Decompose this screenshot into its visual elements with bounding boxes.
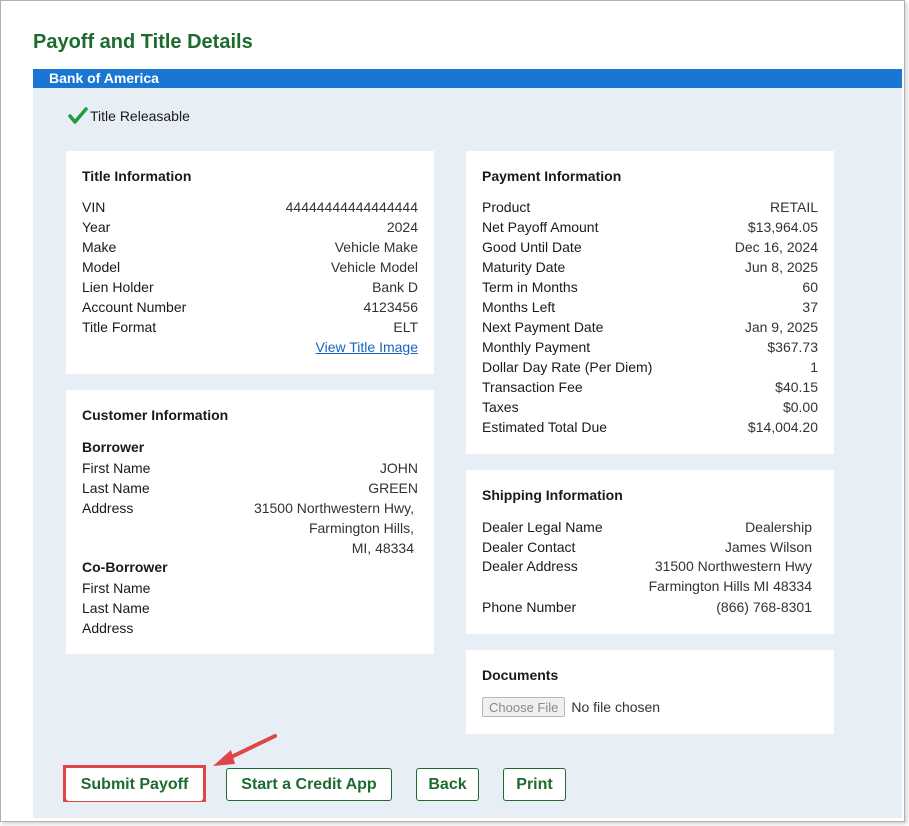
title-information-card: Title Information VIN 44444444444444444 Y… (66, 151, 434, 374)
payment-row: Dollar Day Rate (Per Diem) 1 (482, 359, 818, 375)
payment-row: Good Until Date Dec 16, 2024 (482, 239, 818, 255)
start-credit-app-button[interactable]: Start a Credit App (226, 768, 392, 801)
borrower-address: Address 31500 Northwestern Hwy, Farmingt… (82, 500, 414, 556)
title-row: VIN 44444444444444444 (82, 199, 418, 215)
documents-heading: Documents (482, 667, 559, 683)
payment-row: Monthly Payment $367.73 (482, 339, 818, 355)
payment-row: Months Left 37 (482, 299, 818, 315)
title-row: Model Vehicle Model (82, 259, 418, 275)
payment-row: Next Payment Date Jan 9, 2025 (482, 319, 818, 335)
borrower-heading: Borrower (82, 439, 145, 455)
file-status-text: No file chosen (571, 699, 661, 715)
title-row: Title Format ELT (82, 319, 418, 335)
dealer-address: Dealer Address 31500 Northwestern Hwy Fa… (482, 558, 812, 594)
title-status-label: Title Releasable (90, 108, 190, 124)
payment-row: Estimated Total Due $14,004.20 (482, 419, 818, 435)
shipping-information-card: Shipping Information Dealer Legal Name De… (466, 470, 834, 634)
coborrower-address: Address (82, 620, 134, 636)
title-information-heading: Title Information (82, 168, 192, 184)
coborrower-heading: Co-Borrower (82, 559, 168, 575)
pointer-arrow-icon (213, 734, 277, 766)
borrower-last-name: Last Name GREEN (82, 480, 418, 496)
choose-file-button[interactable]: Choose File (482, 697, 566, 717)
payment-row: Maturity Date Jun 8, 2025 (482, 259, 818, 275)
file-upload: Choose File No file chosen (482, 697, 660, 717)
checkmark-icon (68, 107, 88, 124)
coborrower-first-name: First Name (82, 580, 151, 596)
payment-row: Net Payoff Amount $13,964.05 (482, 219, 818, 235)
payment-information-heading: Payment Information (482, 168, 622, 184)
documents-card: Documents Choose File No file chosen (466, 650, 834, 734)
coborrower-last-name: Last Name (82, 600, 150, 616)
title-row: Lien Holder Bank D (82, 279, 418, 295)
title-row: Year 2024 (82, 219, 418, 235)
payment-row: Taxes $0.00 (482, 399, 818, 415)
customer-information-card: Customer Information Borrower First Name… (66, 390, 434, 654)
title-row: Make Vehicle Make (82, 239, 418, 255)
bank-name-bar: Bank of America (33, 69, 902, 88)
customer-information-heading: Customer Information (82, 407, 229, 423)
title-status: Title Releasable (68, 107, 190, 125)
payment-row: Product RETAIL (482, 199, 818, 215)
shipping-information-heading: Shipping Information (482, 487, 623, 503)
submit-payoff-button[interactable]: Submit Payoff (66, 768, 203, 801)
back-button[interactable]: Back (416, 768, 479, 801)
view-title-image-link[interactable]: View Title Image (316, 339, 418, 355)
page-title: Payoff and Title Details (33, 31, 253, 53)
dealer-contact: Dealer Contact James Wilson (482, 539, 812, 555)
title-row: Account Number 4123456 (82, 299, 418, 315)
dealer-legal-name: Dealer Legal Name Dealership (482, 519, 812, 535)
borrower-first-name: First Name JOHN (82, 460, 418, 476)
payment-row: Transaction Fee $40.15 (482, 379, 818, 395)
payment-row: Term in Months 60 (482, 279, 818, 295)
print-button[interactable]: Print (503, 768, 566, 801)
payment-information-card: Payment Information Product RETAIL Net Pa… (466, 151, 834, 454)
dealer-phone: Phone Number (866) 768-8301 (482, 599, 812, 615)
